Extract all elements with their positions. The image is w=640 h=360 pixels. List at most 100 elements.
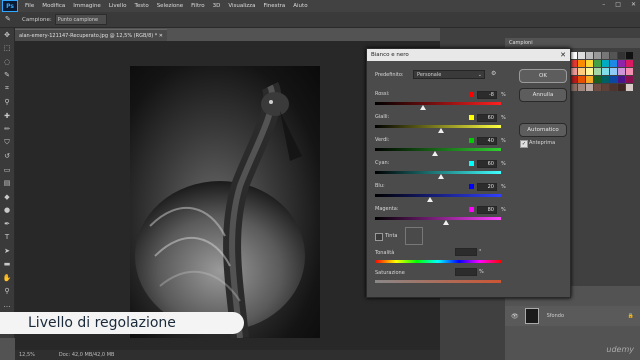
auto-button[interactable]: Automatico [519, 123, 567, 137]
lasso-tool-icon[interactable]: ◌ [0, 55, 14, 69]
blur-tool-icon[interactable]: ◆ [0, 190, 14, 204]
hand-tool-icon[interactable]: ✋ [0, 271, 14, 285]
swatch[interactable] [586, 60, 593, 67]
slider-thumb[interactable] [420, 105, 427, 110]
healing-tool-icon[interactable]: ✚ [0, 109, 14, 123]
close-icon[interactable]: ✕ [631, 1, 636, 8]
gradient-tool-icon[interactable]: ▤ [0, 177, 14, 191]
hue-track[interactable] [375, 260, 501, 263]
slider-thumb[interactable] [442, 220, 449, 225]
swatch[interactable] [578, 76, 585, 83]
swatch[interactable] [570, 68, 577, 75]
swatch[interactable] [602, 76, 609, 83]
swatch[interactable] [578, 52, 585, 59]
swatch[interactable] [602, 60, 609, 67]
preview-checkbox[interactable]: ✓ [520, 140, 528, 148]
cancel-button[interactable]: Annulla [519, 88, 567, 102]
tint-color-swatch[interactable] [405, 227, 423, 245]
minimize-icon[interactable]: – [602, 1, 605, 8]
menu-aiuto[interactable]: Aiuto [289, 3, 311, 9]
swatch[interactable] [618, 68, 625, 75]
swatch[interactable] [570, 52, 577, 59]
slider-value-input[interactable]: -8 [477, 91, 497, 99]
sample-select[interactable]: Punto campione [54, 14, 107, 25]
menu-modifica[interactable]: Modifica [38, 3, 69, 9]
slider-track[interactable] [375, 194, 501, 197]
swatch[interactable] [610, 76, 617, 83]
swatch[interactable] [618, 76, 625, 83]
swatch[interactable] [586, 68, 593, 75]
slider-thumb[interactable] [437, 174, 444, 179]
swatch[interactable] [618, 52, 625, 59]
path-select-icon[interactable]: ➤ [0, 244, 14, 258]
swatch[interactable] [594, 76, 601, 83]
stamp-tool-icon[interactable]: ⛉ [0, 136, 14, 150]
swatch[interactable] [610, 68, 617, 75]
swatch[interactable] [570, 84, 577, 91]
menu-filtro[interactable]: Filtro [187, 3, 208, 9]
slider-thumb[interactable] [432, 151, 439, 156]
swatch[interactable] [626, 52, 633, 59]
swatch[interactable] [586, 76, 593, 83]
close-tab-icon[interactable]: ✕ [159, 33, 163, 39]
swatch[interactable] [578, 60, 585, 67]
slider-value-input[interactable]: 80 [477, 206, 497, 214]
menu-file[interactable]: File [21, 3, 38, 9]
swatch[interactable] [570, 60, 577, 67]
crop-tool-icon[interactable]: ⌗ [0, 82, 14, 96]
dialog-close-icon[interactable]: ✕ [560, 51, 566, 59]
saturation-track[interactable] [375, 280, 501, 283]
swatch[interactable] [602, 68, 609, 75]
swatch[interactable] [610, 60, 617, 67]
menu-finestra[interactable]: Finestra [259, 3, 289, 9]
menu-livello[interactable]: Livello [105, 3, 131, 9]
swatch[interactable] [594, 84, 601, 91]
quick-select-tool-icon[interactable]: ✎ [0, 69, 14, 83]
maximize-icon[interactable]: □ [615, 1, 621, 8]
slider-track[interactable] [375, 102, 501, 105]
swatch[interactable] [578, 84, 585, 91]
hue-input[interactable] [455, 248, 477, 256]
dodge-tool-icon[interactable]: ● [0, 204, 14, 218]
visibility-eye-icon[interactable]: 👁 [511, 313, 519, 320]
pen-tool-icon[interactable]: ✒ [0, 217, 14, 231]
slider-track[interactable] [375, 217, 501, 220]
swatch[interactable] [570, 76, 577, 83]
preset-options-icon[interactable]: ⚙ [491, 70, 496, 77]
document-tab[interactable]: alan-emery-121147-Recuperato.jpg @ 12,5%… [15, 29, 167, 41]
saturation-input[interactable] [455, 268, 477, 276]
eyedropper-tool-icon[interactable]: ⚲ [0, 96, 14, 110]
eyedropper-icon[interactable]: ✎ [5, 15, 11, 23]
type-tool-icon[interactable]: T [0, 231, 14, 245]
slider-value-input[interactable]: 60 [477, 114, 497, 122]
slider-value-input[interactable]: 60 [477, 160, 497, 168]
swatch[interactable] [618, 60, 625, 67]
swatch[interactable] [626, 60, 633, 67]
tint-checkbox[interactable] [375, 233, 383, 241]
zoom-tool-icon[interactable]: ⚲ [0, 285, 14, 299]
slider-thumb[interactable] [437, 128, 444, 133]
move-tool-icon[interactable]: ✥ [0, 28, 14, 42]
marquee-tool-icon[interactable]: ⬚ [0, 42, 14, 56]
layer-row[interactable]: 👁 Sfondo 🔒 [505, 306, 640, 326]
swatch[interactable] [602, 52, 609, 59]
tab-swatches[interactable]: Campioni [505, 38, 640, 48]
eraser-tool-icon[interactable]: ▭ [0, 163, 14, 177]
menu-immagine[interactable]: Immagine [69, 3, 105, 9]
slider-value-input[interactable]: 40 [477, 137, 497, 145]
swatch[interactable] [602, 84, 609, 91]
swatch[interactable] [578, 68, 585, 75]
ok-button[interactable]: OK [519, 69, 567, 83]
history-brush-icon[interactable]: ↺ [0, 150, 14, 164]
shape-tool-icon[interactable]: ▬ [0, 258, 14, 272]
menu-visualizza[interactable]: Visualizza [224, 3, 259, 9]
swatch[interactable] [610, 52, 617, 59]
swatch[interactable] [626, 84, 633, 91]
swatch[interactable] [586, 52, 593, 59]
brush-tool-icon[interactable]: ✏ [0, 123, 14, 137]
zoom-level[interactable]: 12,5% [19, 352, 35, 358]
swatch[interactable] [594, 68, 601, 75]
swatch[interactable] [626, 68, 633, 75]
swatch[interactable] [610, 84, 617, 91]
swatch[interactable] [586, 84, 593, 91]
